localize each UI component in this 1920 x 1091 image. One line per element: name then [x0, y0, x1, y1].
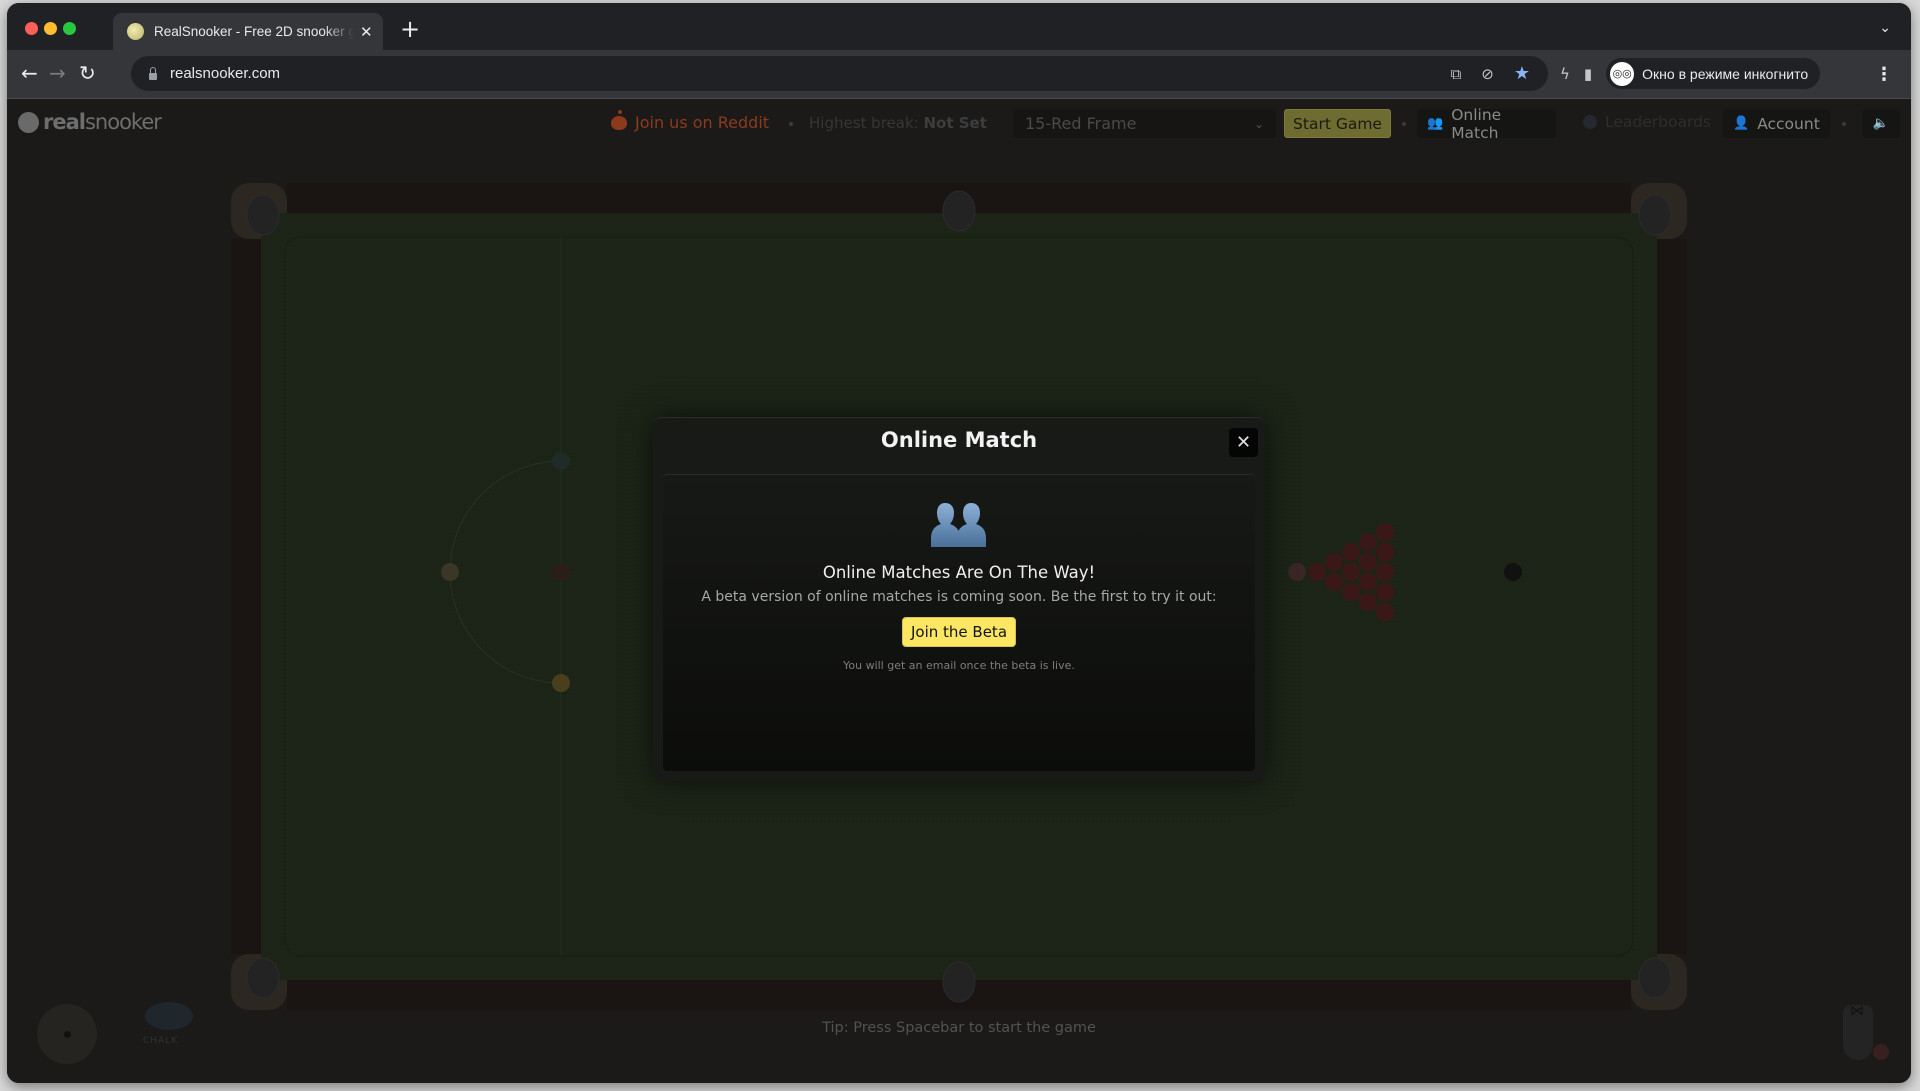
modal-note: You will get an email once the beta is l…: [843, 659, 1075, 672]
incognito-profile-button[interactable]: ◎◎ Окно в режиме инкогнито: [1606, 58, 1821, 89]
modal-heading: Online Matches Are On The Way!: [822, 563, 1096, 582]
close-tab-icon[interactable]: ✕: [360, 23, 373, 41]
modal-description: A beta version of online matches is comi…: [701, 589, 1217, 605]
reload-icon[interactable]: ↻: [79, 62, 96, 84]
favicon-icon: [127, 23, 144, 40]
browser-window: RealSnooker - Free 2D snooker game ✕ + ⌄…: [7, 3, 1911, 1083]
address-bar[interactable]: realsnooker.com ⧉ ⊘ ★: [131, 56, 1548, 91]
incognito-icon: ◎◎: [1610, 61, 1635, 86]
modal-body: Online Matches Are On The Way! A beta ve…: [663, 474, 1255, 771]
translate-icon[interactable]: ⧉: [1451, 65, 1462, 83]
maximize-window-button[interactable]: [63, 22, 76, 35]
kebab-menu-icon[interactable]: ⋮: [1875, 64, 1893, 85]
modal-title: Online Match: [880, 428, 1038, 452]
new-tab-button[interactable]: +: [400, 17, 420, 41]
extension-icon[interactable]: ϟ: [1560, 65, 1570, 83]
tab-title: RealSnooker - Free 2D snooker game: [154, 24, 354, 39]
close-icon[interactable]: ✕: [1229, 428, 1258, 457]
close-window-button[interactable]: [25, 22, 38, 35]
people-icon: [931, 503, 986, 547]
online-match-modal: Online Match ✕ Online Matches Are On The…: [653, 417, 1265, 781]
tab-search-icon[interactable]: ⌄: [1879, 20, 1891, 36]
join-beta-button[interactable]: Join the Beta: [902, 617, 1016, 647]
tab-strip: RealSnooker - Free 2D snooker game ✕ + ⌄: [7, 3, 1911, 50]
url-text[interactable]: realsnooker.com: [170, 65, 280, 82]
eye-off-icon[interactable]: ⊘: [1481, 65, 1494, 83]
lock-icon[interactable]: [149, 67, 157, 80]
bookmark-star-icon[interactable]: ★: [1514, 63, 1530, 84]
side-panel-icon[interactable]: ▮: [1584, 65, 1592, 83]
page-content: realsnooker Join us on Reddit Highest br…: [7, 99, 1911, 1083]
back-icon[interactable]: ←: [21, 62, 38, 84]
browser-tab[interactable]: RealSnooker - Free 2D snooker game ✕: [113, 13, 383, 50]
incognito-label: Окно в режиме инкогнито: [1642, 65, 1809, 82]
minimize-window-button[interactable]: [44, 22, 57, 35]
browser-toolbar: ← → ↻ realsnooker.com ⧉ ⊘ ★ ϟ ▮ ◎◎ Окно …: [7, 50, 1911, 99]
forward-icon[interactable]: →: [49, 62, 66, 84]
